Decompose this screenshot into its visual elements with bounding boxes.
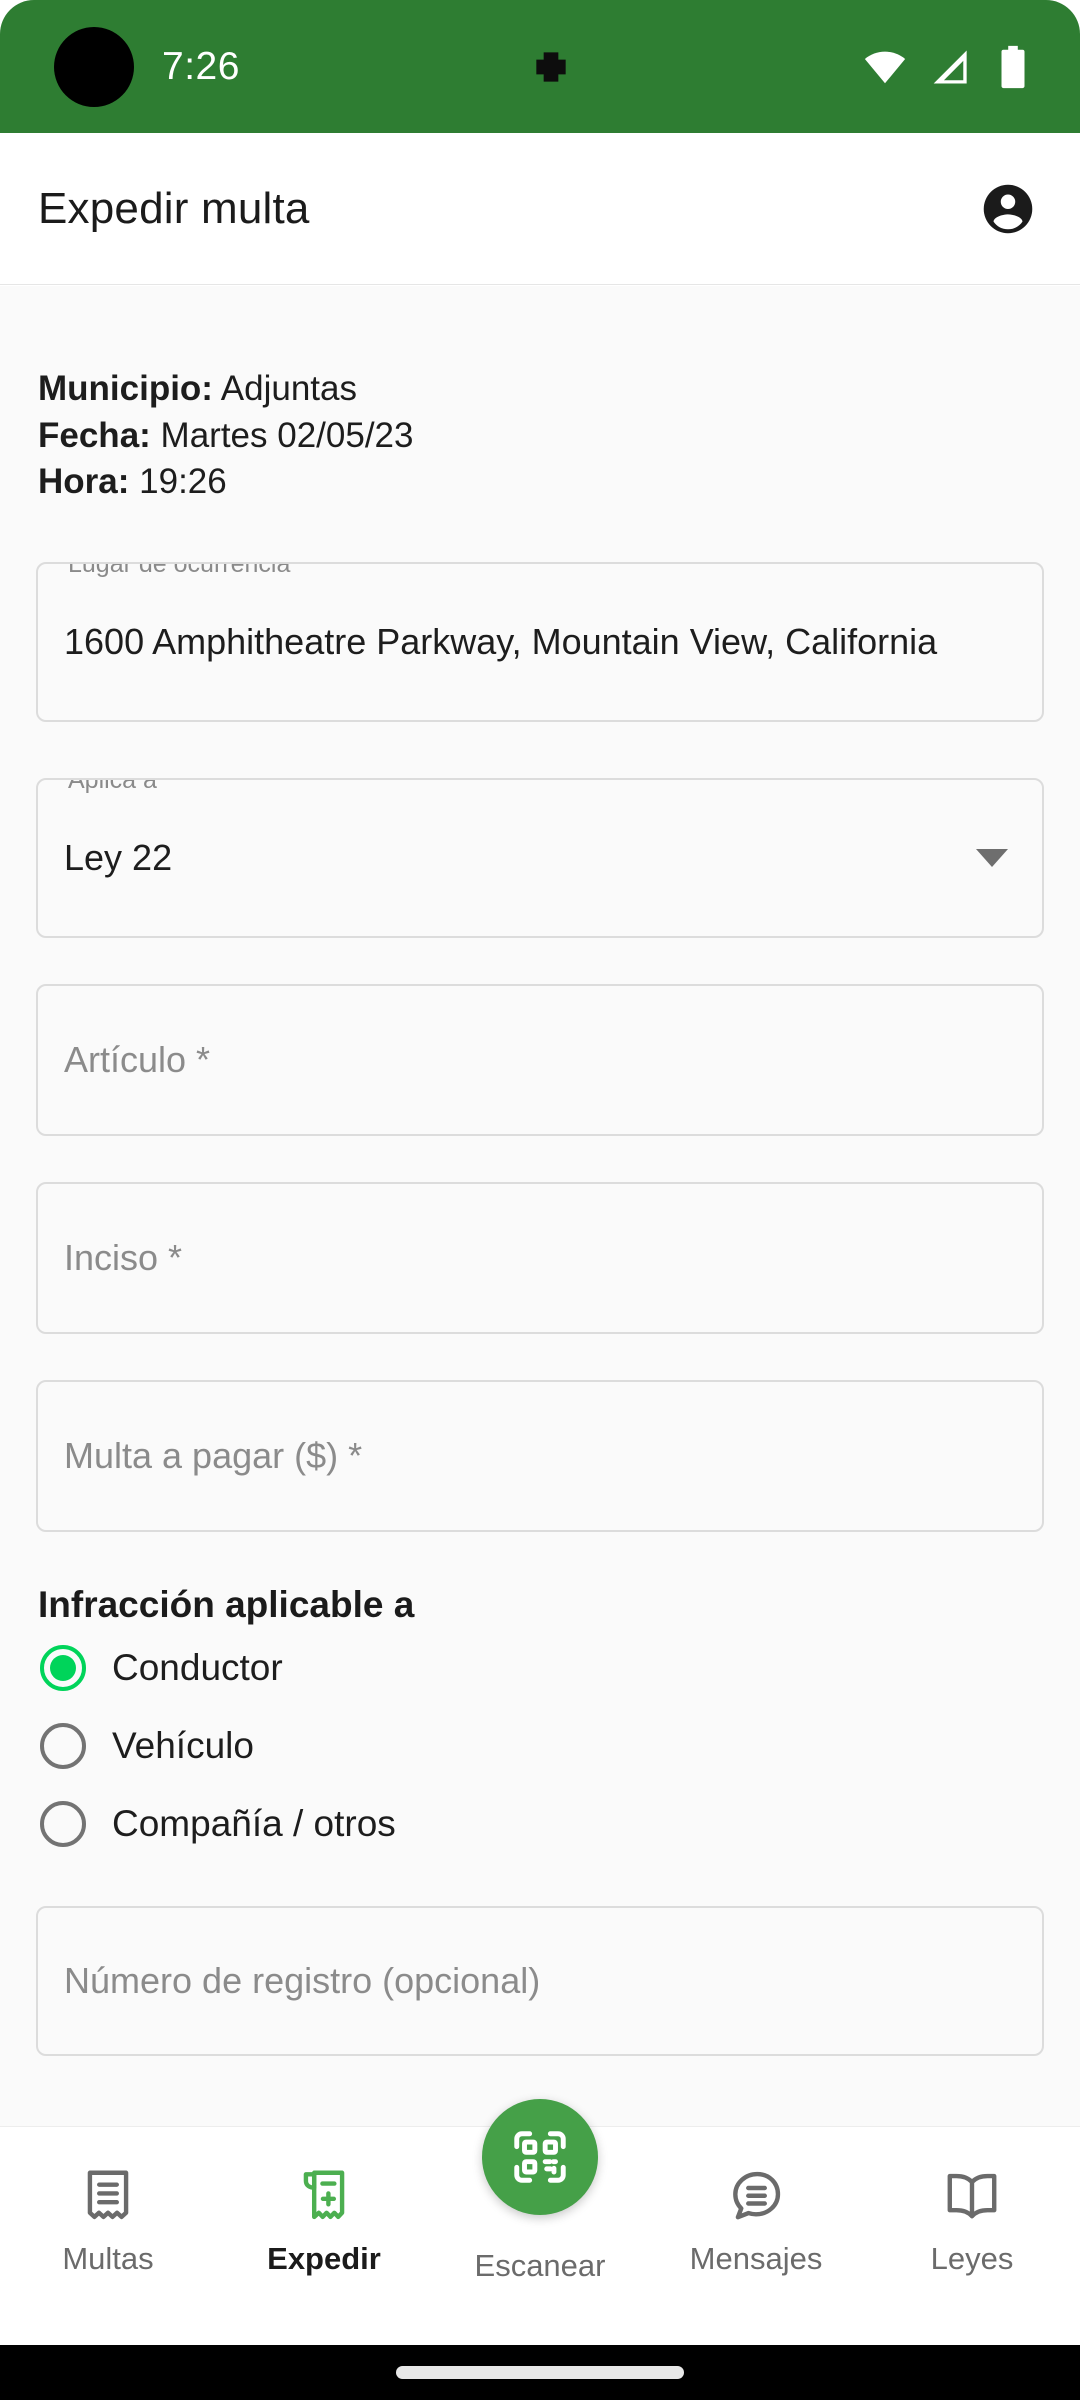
radio-option-conductor[interactable]: Conductor	[36, 1632, 1044, 1704]
numero-de-registro-placeholder: Número de registro (opcional)	[64, 1959, 541, 2001]
nav-label-leyes: Leyes	[930, 2241, 1014, 2276]
articulo-placeholder: Artículo *	[64, 1038, 211, 1080]
infraccion-group-title: Infracción aplicable a	[38, 1583, 415, 1625]
aplica-a-label: Aplica a *	[60, 779, 182, 794]
numero-de-registro-field[interactable]: Número de registro (opcional)	[36, 1905, 1044, 2056]
municipio-value: Adjuntas	[220, 369, 357, 408]
articulo-field[interactable]: Artículo *	[36, 983, 1044, 1136]
chat-bubble-icon	[733, 2171, 781, 2220]
nav-label-expedir: Expedir	[267, 2241, 381, 2276]
nav-item-leyes[interactable]: Leyes	[864, 2127, 1080, 2320]
radio-label-vehiculo: Vehículo	[112, 1724, 254, 1766]
aplica-a-select[interactable]: Aplica a * Ley 22	[36, 777, 1044, 938]
nav-item-expedir[interactable]: Expedir	[216, 2127, 432, 2320]
status-bar-clock: 7:26	[162, 44, 240, 88]
radio-indicator-vehiculo[interactable]	[40, 1722, 86, 1769]
home-gesture-pill[interactable]	[396, 2366, 684, 2379]
aplica-a-selected-value: Ley 22	[64, 836, 173, 878]
nav-item-mensajes[interactable]: Mensajes	[648, 2127, 864, 2320]
app-bar: Expedir multa	[0, 133, 1080, 285]
multa-a-pagar-placeholder: Multa a pagar ($) *	[64, 1434, 363, 1476]
account-circle-icon	[983, 184, 1033, 233]
hora-value: 19:26	[139, 462, 227, 502]
radio-label-conductor: Conductor	[112, 1646, 283, 1688]
radio-indicator-compania[interactable]	[40, 1800, 86, 1847]
nav-label-mensajes: Mensajes	[689, 2241, 823, 2276]
lugar-de-ocurrencia-label: Lugar de ocurrencia *	[60, 563, 316, 578]
cellular-signal-icon	[933, 50, 967, 83]
status-bar-indicators	[862, 44, 1030, 90]
battery-icon	[1001, 45, 1025, 88]
inciso-field[interactable]: Inciso *	[36, 1181, 1044, 1334]
fecha-value: Martes 02/05/23	[160, 415, 414, 455]
radio-indicator-conductor[interactable]	[40, 1644, 86, 1691]
municipio-line: Municipio: Adjuntas	[36, 366, 1044, 413]
nav-label-multas: Multas	[62, 2241, 154, 2276]
hora-line: Hora: 19:26	[36, 459, 1044, 506]
inciso-placeholder: Inciso *	[64, 1236, 183, 1278]
camera-cutout	[54, 26, 134, 107]
chevron-down-icon[interactable]	[976, 848, 1008, 867]
notification-icon	[536, 51, 566, 82]
system-gesture-bar	[0, 2345, 1080, 2400]
fecha-label: Fecha:	[38, 415, 151, 455]
status-bar: 7:26	[0, 0, 1080, 133]
form-scroll-area[interactable]: Municipio: Adjuntas Fecha: Martes 02/05/…	[0, 286, 1080, 2126]
nav-item-multas[interactable]: Multas	[0, 2127, 216, 2320]
nav-label-escanear: Escanear	[474, 2248, 606, 2283]
radio-label-compania: Compañía / otros	[112, 1802, 396, 1844]
open-book-icon	[947, 2173, 997, 2219]
ticket-info-block: Municipio: Adjuntas Fecha: Martes 02/05/…	[36, 286, 1044, 506]
lugar-de-ocurrencia-input[interactable]: 1600 Amphitheatre Parkway, Mountain View…	[64, 621, 937, 663]
lugar-de-ocurrencia-field[interactable]: Lugar de ocurrencia * 1600 Amphitheatre …	[36, 561, 1044, 722]
radio-option-compania[interactable]: Compañía / otros	[36, 1788, 1044, 1860]
wifi-icon	[864, 51, 906, 83]
municipio-label: Municipio:	[38, 369, 213, 408]
escanear-fab-button[interactable]	[482, 2099, 598, 2215]
fecha-line: Fecha: Martes 02/05/23	[36, 413, 1044, 460]
receipt-icon	[87, 2170, 129, 2220]
status-bar-notifications	[240, 45, 862, 89]
qr-code-scan-icon	[514, 2131, 566, 2183]
multa-a-pagar-field[interactable]: Multa a pagar ($) *	[36, 1379, 1044, 1532]
page-title: Expedir multa	[38, 183, 310, 233]
receipt-plus-icon	[303, 2170, 345, 2220]
hora-label: Hora:	[38, 462, 130, 502]
radio-option-vehiculo[interactable]: Vehículo	[36, 1710, 1044, 1782]
account-button[interactable]	[976, 177, 1040, 241]
